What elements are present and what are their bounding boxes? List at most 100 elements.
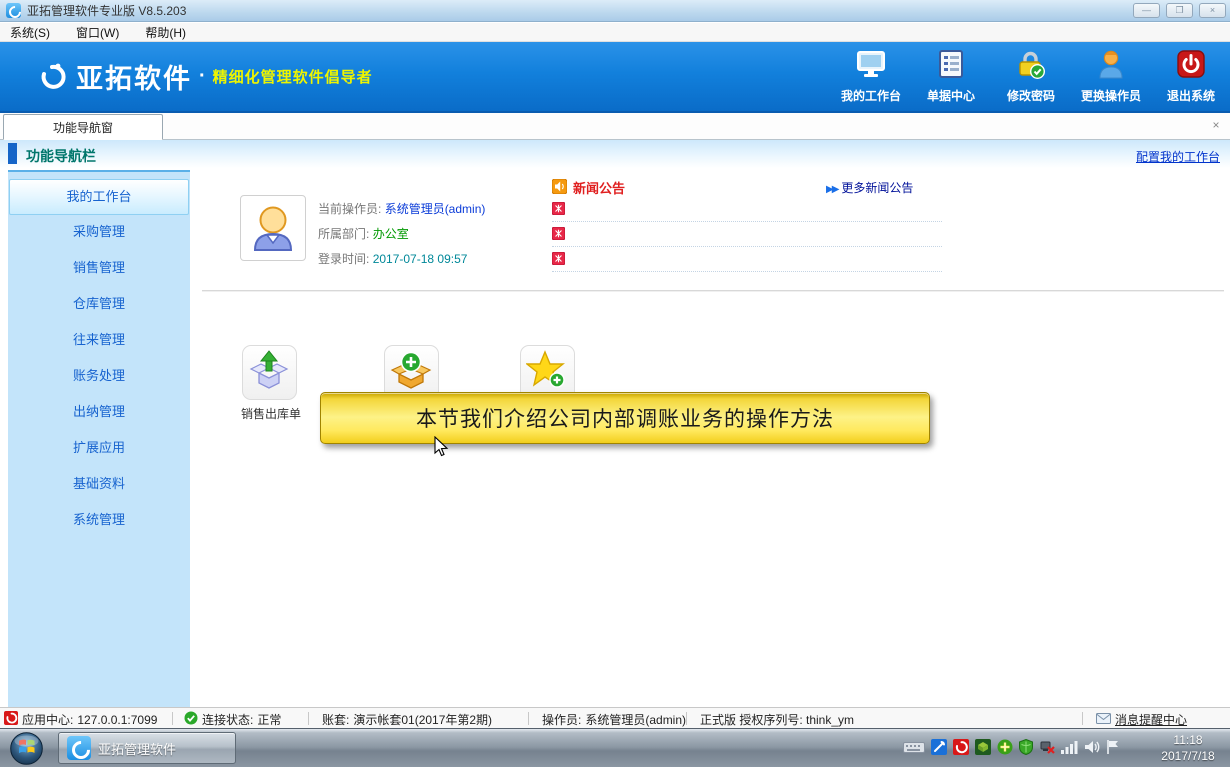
department-line: 所属部门: 办公室 (318, 225, 409, 242)
sidebar-item-my-workbench[interactable]: 我的工作台 (9, 179, 189, 215)
app-center-icon (4, 711, 18, 728)
tab-close-icon[interactable]: × (1208, 117, 1224, 133)
document-center-button[interactable]: 单据中心 (920, 50, 982, 104)
switch-operator-button[interactable]: 更换操作员 (1080, 50, 1142, 104)
box-out-icon (248, 349, 290, 396)
my-workbench-label: 我的工作台 (841, 87, 901, 104)
connection-ok-icon (184, 711, 198, 728)
news-header: 新闻公告 (552, 178, 625, 197)
signal-bars-icon[interactable] (1061, 740, 1078, 759)
clock-time: 11:18 (1148, 732, 1228, 748)
brand-name: 亚拓软件 (76, 57, 192, 96)
more-news-link[interactable]: ▶▶更多新闻公告 (826, 179, 913, 196)
taskbar-app-button[interactable]: 亚拓管理软件 (58, 732, 236, 764)
nav-title: 功能导航栏 (26, 146, 96, 166)
operator-line: 当前操作员: 系统管理员(admin) (318, 200, 485, 217)
sidebar-item-contacts[interactable]: 往来管理 (8, 323, 190, 359)
menu-help[interactable]: 帮助(H) (145, 24, 186, 41)
document-list-icon (937, 50, 965, 84)
restore-button[interactable]: ❐ (1166, 3, 1193, 18)
network-error-icon[interactable] (1039, 739, 1055, 760)
sidebar-item-base-data[interactable]: 基础资料 (8, 467, 190, 503)
yatuo-tray-icon[interactable] (953, 739, 969, 760)
status-separator (308, 712, 309, 725)
shield-icon[interactable] (1019, 739, 1033, 760)
title-bar: 亚拓管理软件专业版 V8.5.203 — ❐ × (0, 0, 1230, 22)
news-title: 新闻公告 (573, 178, 625, 197)
user-icon (1097, 50, 1125, 84)
news-item[interactable] (552, 250, 942, 272)
volume-icon[interactable] (1084, 740, 1100, 759)
operator-label: 当前操作员: (318, 202, 381, 216)
app-window: 亚拓管理软件专业版 V8.5.203 — ❐ × 系统(S) 窗口(W) 帮助(… (0, 0, 1230, 767)
exit-system-label: 退出系统 (1167, 87, 1215, 104)
close-button[interactable]: × (1199, 3, 1226, 18)
taskbar-app-label: 亚拓管理软件 (98, 739, 176, 758)
menu-bar: 系统(S) 窗口(W) 帮助(H) (0, 23, 1230, 42)
status-operator-value: 系统管理员(admin) (585, 711, 686, 728)
sidebar-item-sales[interactable]: 销售管理 (8, 251, 190, 287)
brand-separator: · (199, 65, 206, 88)
status-separator (1082, 712, 1083, 725)
login-time-line: 登录时间: 2017-07-18 09:57 (318, 250, 467, 267)
department-label: 所属部门: (318, 227, 369, 241)
news-item[interactable] (552, 225, 942, 247)
brand-logo-icon (38, 62, 68, 92)
configure-workbench-link[interactable]: 配置我的工作台 (1136, 148, 1220, 165)
shortcut-sales-outbound[interactable]: 销售出库单 (241, 345, 297, 422)
status-separator (686, 712, 687, 725)
menu-system[interactable]: 系统(S) (10, 24, 50, 41)
box-add-icon (390, 349, 432, 396)
minimize-button[interactable]: — (1133, 3, 1160, 18)
system-tray (903, 739, 1120, 760)
account-value: 演示帐套01(2017年第2期) (353, 711, 492, 728)
account-set-status: 账套: 演示帐套01(2017年第2期) (322, 711, 492, 728)
app-center-status: 应用中心: 127.0.0.1:7099 (4, 711, 157, 728)
nav-bar: 功能导航栏 配置我的工作台 (0, 140, 1230, 168)
tutorial-banner: 本节我们介绍公司内部调账业务的操作方法 (320, 392, 930, 444)
section-divider (202, 290, 1224, 292)
taskbar-clock[interactable]: 11:18 2017/7/18 (1148, 732, 1228, 764)
sidebar-item-warehouse[interactable]: 仓库管理 (8, 287, 190, 323)
news-item[interactable] (552, 200, 942, 222)
envelope-icon (1096, 713, 1111, 727)
taskbar: 亚拓管理软件 (0, 728, 1230, 767)
monitor-icon (855, 50, 887, 84)
sidebar-item-system[interactable]: 系统管理 (8, 503, 190, 539)
operator-value: 系统管理员(admin) (385, 202, 486, 216)
department-value: 办公室 (373, 227, 409, 241)
star-add-icon (526, 349, 568, 396)
status-bar: 应用中心: 127.0.0.1:7099 连接状态: 正常 账套: 演示帐套01… (0, 707, 1230, 728)
safety-plus-icon[interactable] (997, 739, 1013, 760)
tab-function-navigator[interactable]: 功能导航窗 (3, 114, 163, 140)
connection-value: 正常 (257, 711, 281, 728)
input-method-icon[interactable] (931, 739, 947, 760)
sidebar-item-accounting[interactable]: 账务处理 (8, 359, 190, 395)
sidebar-item-extensions[interactable]: 扩展应用 (8, 431, 190, 467)
login-time-label: 登录时间: (318, 252, 369, 266)
my-workbench-button[interactable]: 我的工作台 (840, 50, 902, 104)
message-center[interactable]: 消息提醒中心 (1096, 711, 1187, 728)
sidebar-item-cashier[interactable]: 出纳管理 (8, 395, 190, 431)
sidebar-item-purchase[interactable]: 采购管理 (8, 215, 190, 251)
switch-operator-label: 更换操作员 (1081, 87, 1141, 104)
brand-slogan: 精细化管理软件倡导者 (213, 66, 373, 87)
nav-accent-block (8, 143, 17, 164)
app-logo-icon (6, 3, 21, 18)
keyboard-icon[interactable] (903, 740, 925, 759)
power-icon (1176, 50, 1206, 84)
exit-system-button[interactable]: 退出系统 (1160, 50, 1222, 104)
news-bullet-icon (552, 227, 565, 243)
license-status: 正式版 授权序列号: think_ym (700, 711, 854, 728)
action-center-flag-icon[interactable] (1106, 739, 1120, 760)
more-news-label: 更多新闻公告 (841, 181, 913, 195)
start-button[interactable] (10, 732, 43, 765)
brand-header: 亚拓软件 · 精细化管理软件倡导者 我的工作台 (0, 42, 1230, 113)
package-tray-icon[interactable] (975, 739, 991, 760)
sidebar: 我的工作台 采购管理 销售管理 仓库管理 往来管理 账务处理 出纳管理 扩展应用… (8, 170, 190, 707)
change-password-label: 修改密码 (1007, 87, 1055, 104)
clock-date: 2017/7/18 (1148, 748, 1228, 764)
speaker-icon (552, 179, 567, 197)
change-password-button[interactable]: 修改密码 (1000, 50, 1062, 104)
menu-window[interactable]: 窗口(W) (76, 24, 119, 41)
